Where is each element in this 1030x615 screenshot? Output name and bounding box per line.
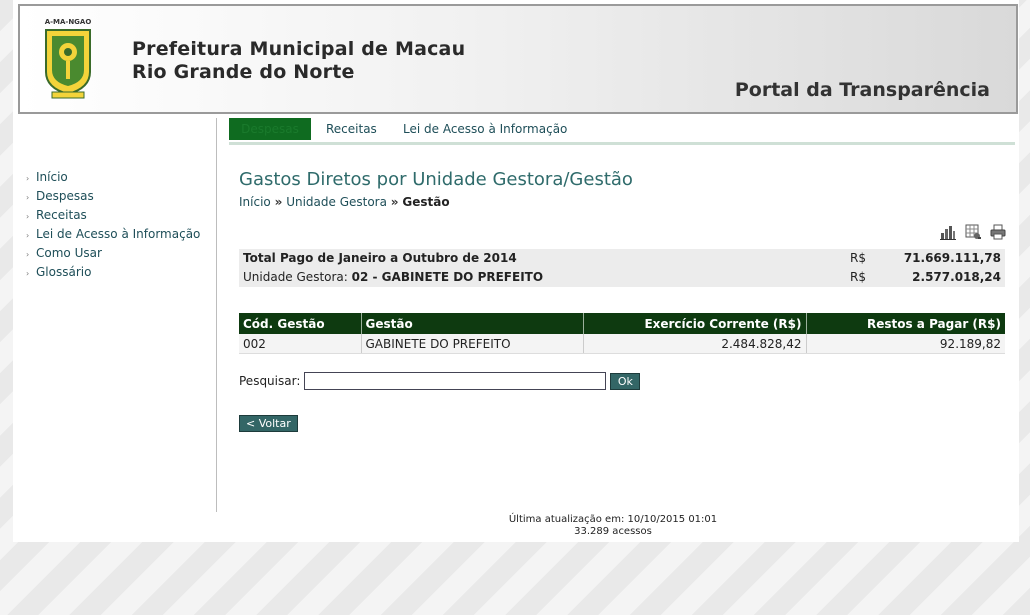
tab-despesas[interactable]: Despesas [229, 118, 311, 140]
arrow-right-icon: › [26, 250, 30, 259]
gestao-table: Cód. Gestão Gestão Exercício Corrente (R… [239, 313, 1005, 354]
header-title-line2: Rio Grande do Norte [132, 61, 355, 83]
arrow-right-icon: › [26, 193, 30, 202]
breadcrumb-separator: » [274, 195, 283, 209]
sidebar-item-glossario[interactable]: › Glossário [26, 263, 200, 282]
page-title: Gastos Diretos por Unidade Gestora/Gestã… [239, 169, 633, 190]
sidebar-item-label: Início [36, 170, 68, 184]
summary-unit-currency: R$ [850, 270, 866, 284]
sidebar-item-label: Glossário [36, 265, 92, 279]
tab-lei-de-acesso[interactable]: Lei de Acesso à Informação [403, 118, 567, 140]
sidebar-item-receitas[interactable]: › Receitas [26, 206, 200, 225]
last-update-text: Última atualização em: 10/10/2015 01:01 [508, 514, 718, 525]
search-label: Pesquisar: [239, 374, 301, 388]
tab-receitas[interactable]: Receitas [326, 118, 377, 140]
cell-exercicio-corrente: 2.484.828,42 [583, 334, 807, 354]
sidebar-item-despesas[interactable]: › Despesas [26, 187, 200, 206]
arrow-right-icon: › [26, 269, 30, 278]
spreadsheet-icon[interactable] [965, 224, 981, 240]
sidebar-item-label: Receitas [36, 208, 87, 222]
sidebar-item-como-usar[interactable]: › Como Usar [26, 244, 200, 263]
search-input[interactable] [304, 372, 607, 390]
summary-total-currency: R$ [850, 251, 866, 265]
summary-panel: Total Pago de Janeiro a Outubro de 2014 … [239, 249, 1005, 287]
page-footer: Última atualização em: 10/10/2015 01:01 … [400, 514, 826, 538]
column-header-restos-a-pagar[interactable]: Restos a Pagar (R$) [806, 313, 1005, 334]
table-header-row: Cód. Gestão Gestão Exercício Corrente (R… [239, 313, 1005, 334]
visit-counter: 33.289 acessos [574, 526, 652, 537]
sidebar-item-label: Despesas [36, 189, 94, 203]
summary-total-row: Total Pago de Janeiro a Outubro de 2014 … [239, 249, 1005, 268]
svg-text:A-MA-NGAO: A-MA-NGAO [45, 18, 92, 26]
sidebar-item-inicio[interactable]: › Início [26, 168, 200, 187]
summary-unit-value: 2.577.018,24 [912, 270, 1001, 284]
column-header-gestao[interactable]: Gestão [361, 313, 584, 334]
cell-restos-a-pagar: 92.189,82 [806, 334, 1005, 354]
chart-icon[interactable] [940, 224, 956, 240]
breadcrumb-separator: » [390, 195, 399, 209]
breadcrumb-current: Gestão [402, 195, 450, 209]
main-tabs: Despesas Receitas Lei de Acesso à Inform… [229, 118, 1015, 145]
sidebar-item-label: Lei de Acesso à Informação [36, 227, 201, 241]
portal-title: Portal da Transparência [734, 79, 990, 101]
search-bar: Pesquisar: Ok [239, 372, 641, 390]
summary-unit-label: Unidade Gestora: [243, 270, 352, 284]
breadcrumb-unidade-gestora-link[interactable]: Unidade Gestora [286, 195, 387, 209]
municipal-logo: A-MA-NGAO [45, 18, 92, 99]
breadcrumb-home-link[interactable]: Início [239, 195, 271, 209]
arrow-right-icon: › [26, 174, 30, 183]
site-header: A-MA-NGAO Prefeitura Municipal de Macau … [18, 4, 1018, 114]
cell-gestao[interactable]: GABINETE DO PREFEITO [361, 334, 584, 354]
table-row[interactable]: 002 GABINETE DO PREFEITO 2.484.828,42 92… [239, 334, 1005, 354]
search-ok-button[interactable]: Ok [610, 372, 641, 390]
sidebar-item-lei-de-acesso[interactable]: › Lei de Acesso à Informação [26, 225, 200, 244]
export-toolbar [940, 224, 1006, 240]
summary-unit-name: 02 - GABINETE DO PREFEITO [351, 270, 544, 284]
arrow-right-icon: › [26, 231, 30, 240]
print-icon[interactable] [990, 224, 1006, 240]
summary-total-label: Total Pago de Janeiro a Outubro de 2014 [243, 251, 517, 265]
sidebar-menu: › Início › Despesas › Receitas › Lei de Aces… [26, 168, 200, 282]
column-header-exercicio-corrente[interactable]: Exercício Corrente (R$) [583, 313, 807, 334]
arrow-right-icon: › [26, 212, 30, 221]
sidebar-item-label: Como Usar [36, 246, 102, 260]
header-title-line1: Prefeitura Municipal de Macau [132, 38, 466, 60]
summary-total-value: 71.669.111,78 [903, 251, 1001, 265]
column-header-cod-gestao[interactable]: Cód. Gestão [239, 313, 362, 334]
summary-unit-text: Unidade Gestora: 02 - GABINETE DO PREFEI… [243, 268, 543, 287]
cell-cod-gestao: 002 [239, 334, 362, 354]
summary-unit-row: Unidade Gestora: 02 - GABINETE DO PREFEI… [239, 268, 1005, 287]
sidebar-divider [216, 118, 217, 512]
back-button[interactable]: < Voltar [239, 415, 298, 432]
breadcrumb: Início » Unidade Gestora » Gestão [239, 195, 450, 209]
